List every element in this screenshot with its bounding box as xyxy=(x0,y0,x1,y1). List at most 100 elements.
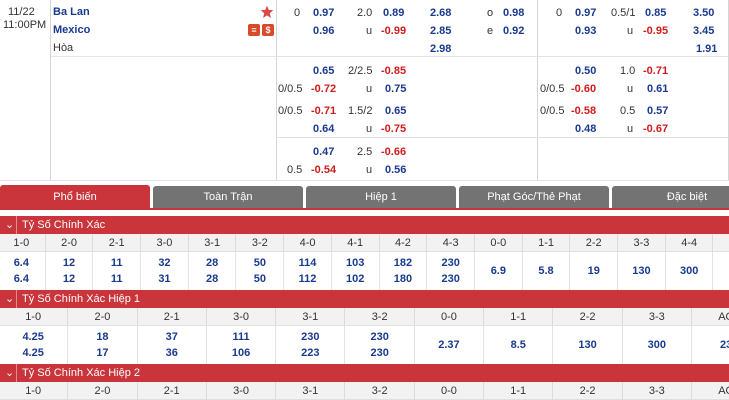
score-odds-cell[interactable]: 28 28 xyxy=(189,252,237,292)
odds-value[interactable]: 5.8 xyxy=(523,265,570,277)
h1-ou-over[interactable]: 0.85 xyxy=(645,6,666,20)
score-odds-cell[interactable]: 4.25 4.25 xyxy=(0,326,69,366)
odds-value[interactable]: 28 xyxy=(189,257,236,269)
score-odds-cell[interactable]: 6.9 xyxy=(475,252,523,292)
odds-value[interactable]: 12 xyxy=(46,257,93,269)
odds-value[interactable]: 130 xyxy=(553,339,621,351)
score-odds-cell[interactable]: 12 12 xyxy=(46,252,94,292)
ft-hdp-alt3-away[interactable]: -0.54 xyxy=(311,163,336,177)
score-odds-cell[interactable]: 50 50 xyxy=(237,252,285,292)
score-odds-cell[interactable]: 130 xyxy=(553,326,623,366)
ft-even[interactable]: 0.92 xyxy=(503,24,524,38)
odds-value[interactable]: 180 xyxy=(380,273,427,285)
score-odds-cell[interactable]: 37 36 xyxy=(138,326,207,366)
h1-1x2-away[interactable]: 3.45 xyxy=(693,24,714,38)
ft-1x2-away[interactable]: 2.85 xyxy=(430,24,451,38)
odds-value[interactable]: 12 xyxy=(46,273,93,285)
h1-hdp-home[interactable]: 0.97 xyxy=(575,6,596,20)
ft-ou-alt1-under[interactable]: 0.75 xyxy=(385,82,406,96)
odds-value[interactable]: 103 xyxy=(332,257,379,269)
odds-value[interactable]: 6.4 xyxy=(0,257,45,269)
odds-value[interactable]: 50 xyxy=(237,257,284,269)
h1-hdp-alt1-away[interactable]: -0.60 xyxy=(571,82,596,96)
odds-value[interactable]: 111 xyxy=(207,331,275,343)
odds-value[interactable]: 37 xyxy=(138,331,206,343)
ft-ou-alt1-over[interactable]: -0.85 xyxy=(381,64,406,78)
score-odds-cell[interactable]: 111 106 xyxy=(207,326,277,366)
odds-value[interactable]: 230 xyxy=(427,273,474,285)
odds-value[interactable]: 11 xyxy=(93,257,140,269)
score-odds-cell[interactable]: 5.8 xyxy=(523,252,571,292)
odds-value[interactable]: 114 xyxy=(284,257,331,269)
score-odds-cell[interactable]: 19 xyxy=(570,252,619,292)
ft-hdp-alt1-home[interactable]: 0.65 xyxy=(313,64,334,78)
odds-value[interactable]: 223 xyxy=(276,347,344,359)
h1-hdp-alt2-away[interactable]: 0.48 xyxy=(575,122,596,136)
score-odds-cell[interactable]: 103 102 xyxy=(332,252,380,292)
h1-ou-alt1-over[interactable]: -0.71 xyxy=(643,64,668,78)
tab-popular[interactable]: Phổ biến xyxy=(0,185,150,209)
ft-ou-alt2-over[interactable]: 0.65 xyxy=(385,104,406,118)
ft-ou-alt3-under[interactable]: 0.56 xyxy=(385,163,406,177)
score-odds-cell[interactable]: 130 xyxy=(618,252,666,292)
odds-value[interactable]: 230 xyxy=(346,331,414,343)
score-odds-cell[interactable]: 300 xyxy=(623,326,692,366)
odds-value[interactable]: 6.9 xyxy=(475,265,522,277)
odds-value[interactable]: 17 xyxy=(68,347,136,359)
ft-1x2-draw[interactable]: 2.98 xyxy=(430,42,451,56)
ft-1x2-home[interactable]: 2.68 xyxy=(430,6,451,20)
ft-hdp-home[interactable]: 0.97 xyxy=(313,6,334,20)
odds-value[interactable]: 112 xyxy=(284,273,331,285)
h1-1x2-draw[interactable]: 1.91 xyxy=(696,42,717,56)
odds-value[interactable]: 31 xyxy=(141,273,188,285)
tab-special[interactable]: Đặc biệt xyxy=(612,186,729,208)
odds-value[interactable]: 230 xyxy=(346,347,414,359)
tab-corners-cards[interactable]: Phạt Góc/Thẻ Phạt xyxy=(459,186,609,208)
odds-value[interactable]: 36 xyxy=(138,347,206,359)
odds-value[interactable]: 11 xyxy=(93,273,140,285)
ft-hdp-alt3-home[interactable]: 0.47 xyxy=(313,145,334,159)
h1-ou-alt1-under[interactable]: 0.61 xyxy=(647,82,668,96)
odds-value[interactable]: 18 xyxy=(68,331,136,343)
score-odds-cell[interactable]: 23 xyxy=(692,326,729,366)
section-header-correct-score[interactable]: ⌄ Tỷ Số Chính Xác xyxy=(0,216,729,234)
score-odds-cell[interactable]: 230 223 xyxy=(276,326,346,366)
star-icon[interactable] xyxy=(260,5,274,19)
odds-value[interactable]: 106 xyxy=(207,347,275,359)
h1-ou-alt2-under[interactable]: -0.67 xyxy=(643,122,668,136)
section-header-correct-score-h2[interactable]: ⌄ Tỷ Số Chính Xác Hiệp 2 xyxy=(0,364,729,382)
score-odds-cell[interactable]: 114 112 xyxy=(284,252,332,292)
home-team[interactable]: Ba Lan xyxy=(53,5,90,19)
score-odds-cell[interactable]: 11 11 xyxy=(93,252,142,292)
score-odds-cell[interactable]: 2.37 xyxy=(415,326,485,366)
odds-value[interactable]: 23 xyxy=(692,339,729,351)
score-odds-cell[interactable]: 230 230 xyxy=(427,252,475,292)
odds-value[interactable]: 6.4 xyxy=(0,273,45,285)
score-odds-cell[interactable]: 32 31 xyxy=(141,252,189,292)
ft-hdp-alt2-home[interactable]: -0.71 xyxy=(311,104,336,118)
odds-value[interactable]: 8.5 xyxy=(484,339,552,351)
odds-value[interactable]: 2.37 xyxy=(415,339,483,351)
score-odds-cell[interactable]: 18 17 xyxy=(68,326,138,366)
odds-value[interactable]: 4.25 xyxy=(0,347,67,359)
h1-1x2-home[interactable]: 3.50 xyxy=(693,6,714,20)
away-team[interactable]: Mexico xyxy=(53,23,90,37)
h1-hdp-alt1-home[interactable]: 0.50 xyxy=(575,64,596,78)
ft-ou-alt2-under[interactable]: -0.75 xyxy=(381,122,406,136)
ft-ou-under[interactable]: -0.99 xyxy=(381,24,406,38)
odds-value[interactable]: 230 xyxy=(427,257,474,269)
section-header-correct-score-h1[interactable]: ⌄ Tỷ Số Chính Xác Hiệp 1 xyxy=(0,290,729,308)
stats-icon[interactable]: ≡ xyxy=(248,24,260,36)
odds-value[interactable]: 28 xyxy=(189,273,236,285)
score-odds-cell[interactable]: 230 230 xyxy=(346,326,415,366)
h1-hdp-away[interactable]: 0.93 xyxy=(575,24,596,38)
ft-ou-alt3-over[interactable]: -0.66 xyxy=(381,145,406,159)
ft-hdp-alt1-away[interactable]: -0.72 xyxy=(311,82,336,96)
score-odds-cell[interactable]: 182 180 xyxy=(380,252,428,292)
odds-value[interactable]: 50 xyxy=(237,273,284,285)
h1-ou-alt2-over[interactable]: 0.57 xyxy=(647,104,668,118)
odds-value[interactable]: 19 xyxy=(570,265,617,277)
odds-value[interactable]: 300 xyxy=(666,265,713,277)
odds-value[interactable]: 32 xyxy=(141,257,188,269)
ft-odd[interactable]: 0.98 xyxy=(503,6,524,20)
